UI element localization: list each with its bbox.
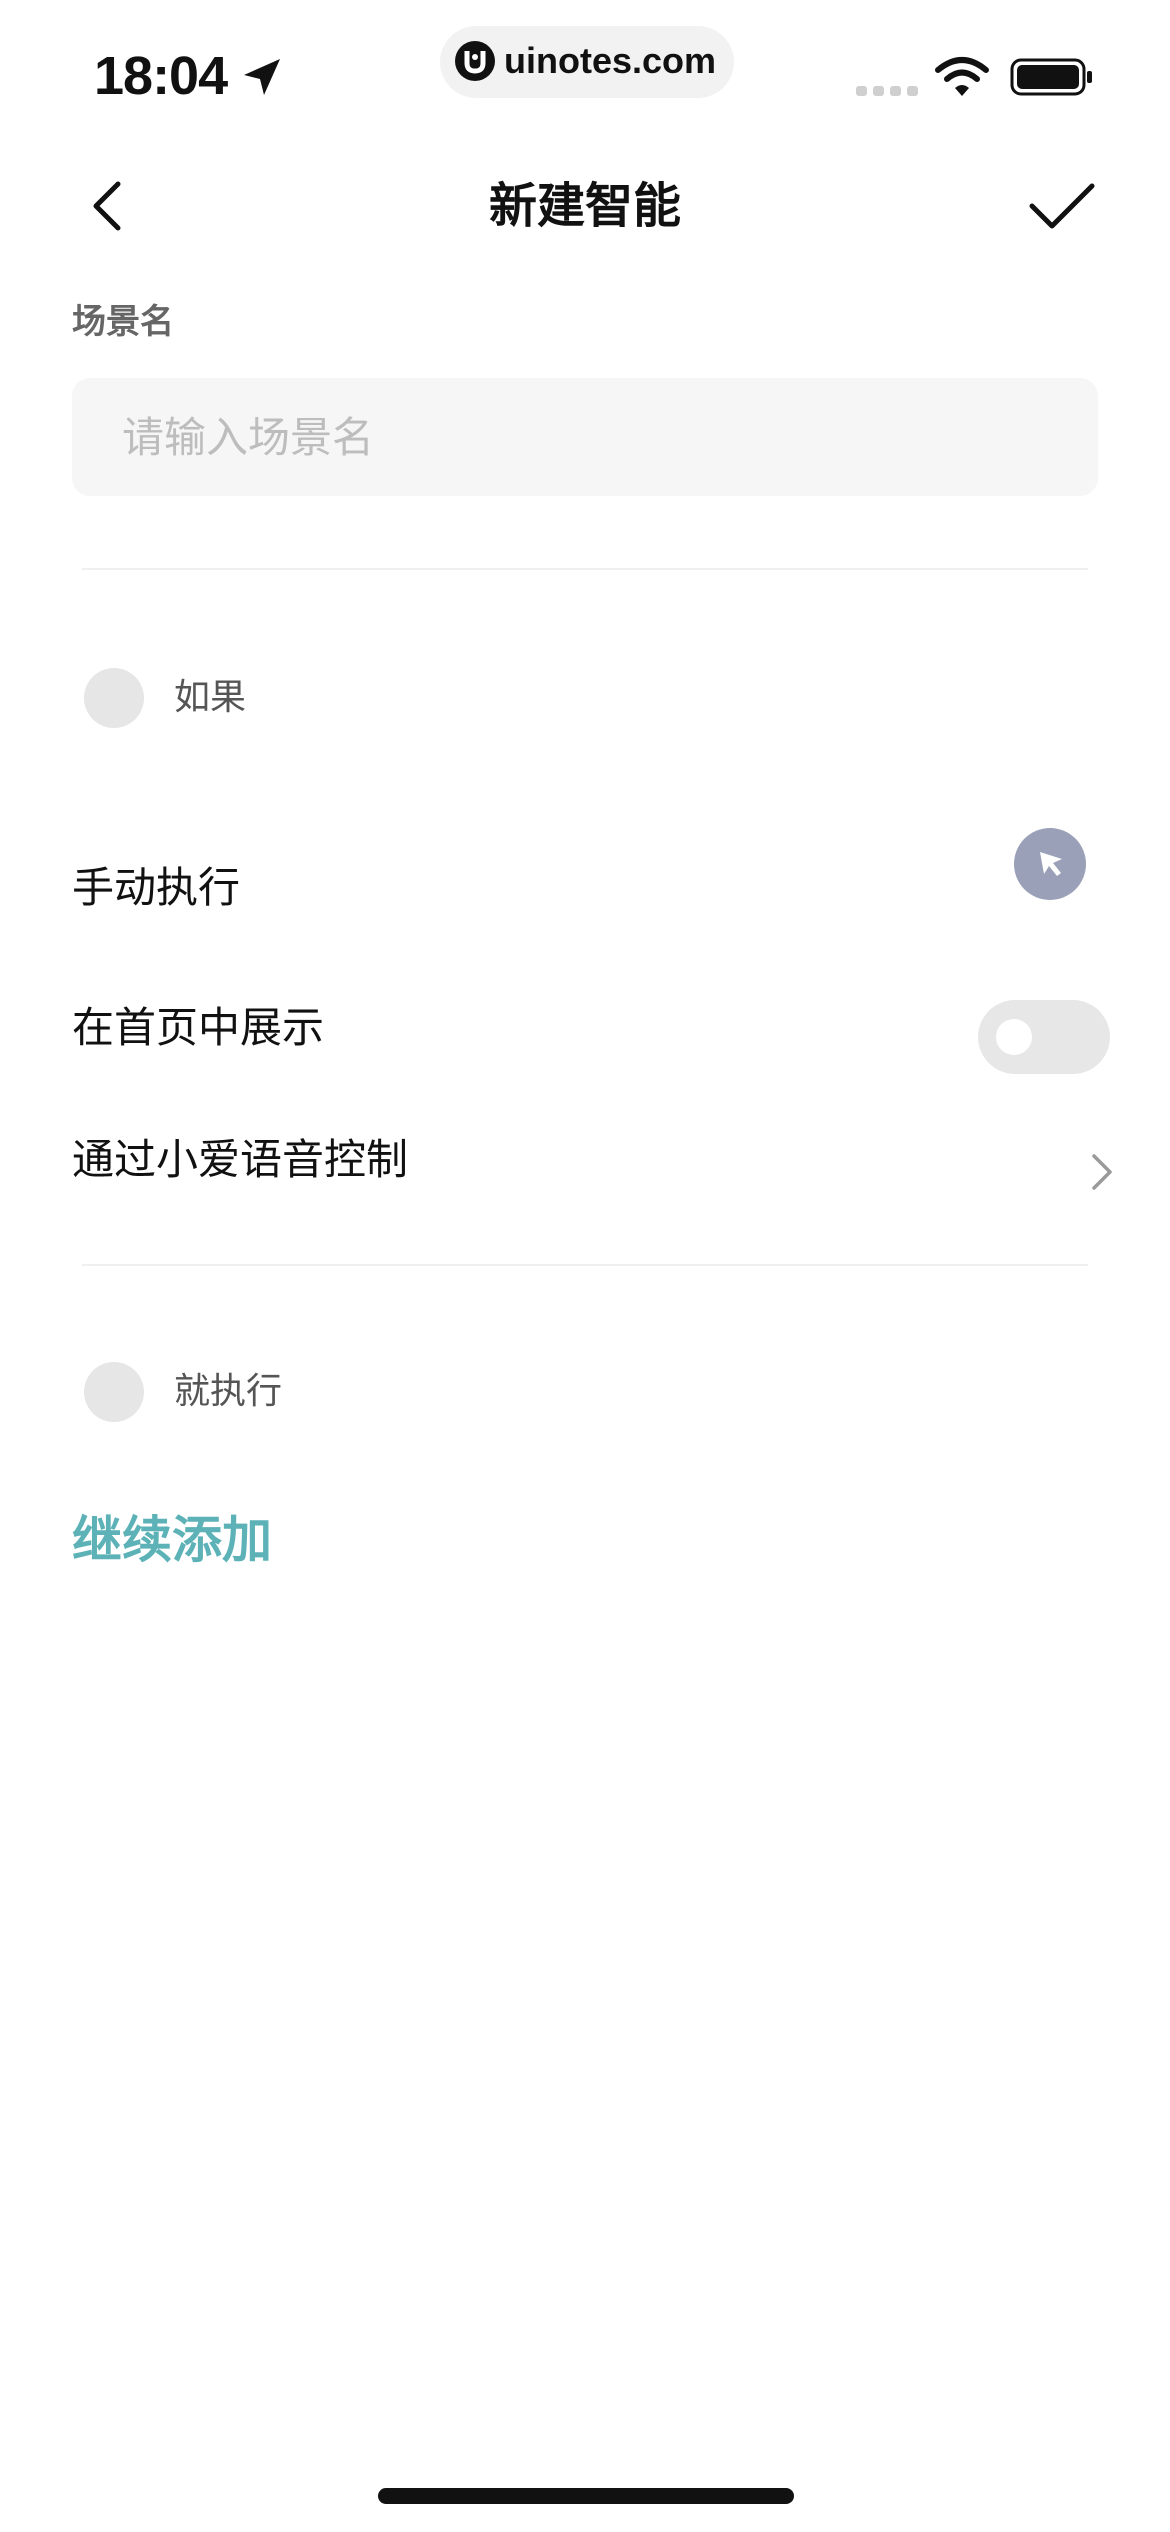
show-on-home-label: 在首页中展示: [72, 1003, 325, 1052]
chevron-right-icon[interactable]: [1088, 1150, 1116, 1194]
scene-name-label: 场景名: [72, 302, 174, 342]
page-title: 新建智能: [488, 178, 681, 234]
url-text: uinotes.com: [504, 40, 717, 81]
location-arrow-icon: [244, 59, 280, 95]
add-more-button[interactable]: 继续添加: [72, 1508, 272, 1572]
then-step-dot: [84, 1362, 144, 1422]
wifi-icon: [935, 57, 989, 96]
divider: [82, 1264, 1088, 1266]
voice-control-label[interactable]: 通过小爱语音控制: [72, 1132, 408, 1188]
battery-icon: [1010, 58, 1092, 96]
manual-execute-label: 手动执行: [72, 863, 241, 912]
scene-name-input[interactable]: [72, 378, 1098, 496]
home-indicator[interactable]: [378, 2488, 794, 2504]
cellular-signal-icon: [856, 86, 918, 96]
toggle-knob: [996, 1019, 1032, 1055]
site-logo-icon: [455, 41, 495, 81]
confirm-button[interactable]: [1028, 178, 1096, 234]
status-time: 18:04: [94, 46, 228, 106]
if-label: 如果: [174, 677, 247, 718]
then-label: 就执行: [174, 1371, 283, 1412]
if-step-dot: [84, 668, 144, 728]
divider: [82, 568, 1088, 570]
cursor-click-icon: [1040, 852, 1062, 876]
